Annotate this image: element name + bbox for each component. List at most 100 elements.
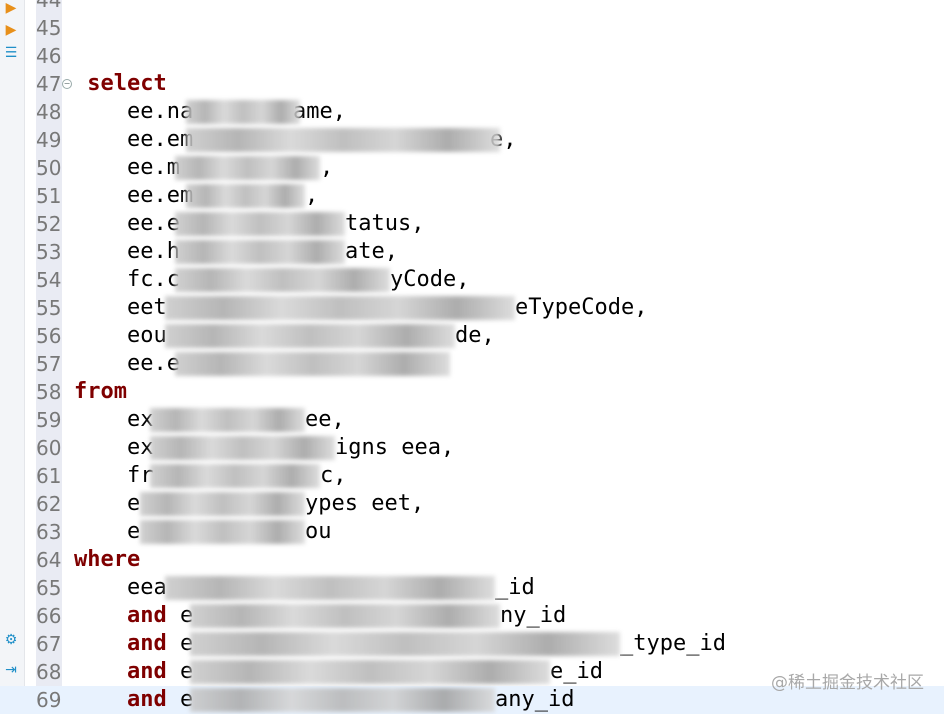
code-line[interactable]: 46 bbox=[0, 42, 944, 70]
code-text: eea bbox=[74, 574, 167, 602]
code-text: ex bbox=[74, 434, 154, 462]
code-line[interactable]: 53 ee.h ate, bbox=[0, 238, 944, 266]
code-line[interactable]: 49 ee.em e, bbox=[0, 126, 944, 154]
redaction-blur bbox=[190, 660, 550, 684]
line-number: 53 bbox=[36, 240, 62, 264]
code-text: fr bbox=[74, 462, 154, 490]
code-line[interactable]: 66 and e ny_id bbox=[0, 602, 944, 630]
line-number: 68 bbox=[36, 660, 62, 684]
sql-keyword: select bbox=[74, 71, 167, 96]
code-fragment: eou bbox=[74, 323, 167, 348]
code-line[interactable]: 63 e ou bbox=[0, 518, 944, 546]
line-number: 61 bbox=[36, 464, 62, 488]
code-text: eet bbox=[74, 294, 167, 322]
code-line[interactable]: 44 bbox=[0, 0, 944, 14]
code-fragment: igns eea, bbox=[335, 435, 455, 460]
code-text: e bbox=[74, 518, 140, 546]
line-number: 65 bbox=[36, 576, 62, 600]
code-text: ee.na bbox=[74, 98, 193, 126]
code-line[interactable]: 52 ee.e tatus, bbox=[0, 210, 944, 238]
code-line[interactable]: 65 eea _id bbox=[0, 574, 944, 602]
sql-keyword: from bbox=[74, 379, 127, 404]
line-number: 67 bbox=[36, 632, 62, 656]
code-fragment: ny_id bbox=[500, 603, 567, 628]
redaction-blur bbox=[150, 464, 320, 488]
redaction-blur bbox=[175, 352, 450, 376]
line-number: 56 bbox=[36, 324, 62, 348]
line-number: 63 bbox=[36, 520, 62, 544]
redaction-blur bbox=[175, 268, 390, 292]
code-fragment: ame, bbox=[293, 99, 346, 124]
line-number: 51 bbox=[36, 184, 62, 208]
code-fragment: yCode, bbox=[390, 267, 470, 292]
sql-keyword: and bbox=[126, 603, 167, 628]
code-fragment: ate, bbox=[345, 239, 398, 264]
code-text: e bbox=[74, 490, 140, 518]
line-number: 54 bbox=[36, 268, 62, 292]
line-number: 62 bbox=[36, 492, 62, 516]
code-fragment: ee.em bbox=[74, 127, 194, 152]
code-fragment: fr bbox=[74, 463, 154, 488]
code-line[interactable]: 47− select bbox=[0, 70, 944, 98]
redaction-blur bbox=[175, 212, 345, 236]
redaction-blur bbox=[165, 324, 455, 348]
code-fragment: fc.c bbox=[74, 267, 180, 292]
code-text: eou bbox=[74, 322, 167, 350]
code-text: from bbox=[74, 378, 127, 406]
watermark: @稀土掘金技术社区 bbox=[771, 673, 924, 693]
code-fragment: tatus, bbox=[345, 211, 425, 236]
code-line[interactable]: 56 eou de, bbox=[0, 322, 944, 350]
redaction-blur bbox=[190, 604, 500, 628]
code-fragment: c, bbox=[320, 463, 347, 488]
code-line[interactable]: 51 ee.em, bbox=[0, 182, 944, 210]
redaction-blur bbox=[165, 296, 515, 320]
redaction-blur bbox=[175, 240, 345, 264]
code-text: and e bbox=[74, 602, 193, 630]
redaction-blur bbox=[186, 184, 305, 208]
redaction-blur bbox=[150, 436, 335, 460]
code-line[interactable]: 48 ee.na ame, bbox=[0, 98, 944, 126]
code-fragment: , bbox=[320, 155, 334, 180]
code-fragment: ee.na bbox=[74, 99, 194, 124]
code-fragment: de, bbox=[455, 323, 495, 348]
redaction-blur bbox=[186, 100, 300, 124]
code-line[interactable]: 64 where bbox=[0, 546, 944, 574]
code-text: and e bbox=[74, 630, 193, 658]
line-number: 59 bbox=[36, 408, 62, 432]
code-line[interactable]: 50 ee.m, bbox=[0, 154, 944, 182]
redaction-blur bbox=[190, 632, 620, 656]
code-line[interactable]: 55 eet eTypeCode, bbox=[0, 294, 944, 322]
sql-keyword: and bbox=[126, 659, 167, 684]
sql-keyword: where bbox=[74, 547, 141, 572]
sql-editor[interactable]: 44 45 46 47− select 48 ee.na ame, 49 ee.em e, 50… bbox=[0, 0, 944, 714]
code-fragment: ex bbox=[74, 407, 154, 432]
code-line[interactable]: 61 fr c, bbox=[0, 462, 944, 490]
code-line[interactable]: 54 fc.c yCode, bbox=[0, 266, 944, 294]
line-number: 49 bbox=[36, 128, 62, 152]
code-fragment: _id bbox=[495, 575, 535, 600]
line-number: 46 bbox=[36, 44, 62, 68]
line-number: 48 bbox=[36, 100, 62, 124]
code-text: where bbox=[74, 546, 140, 574]
code-fragment: _type_id bbox=[620, 631, 726, 656]
line-number: 64 bbox=[36, 548, 62, 572]
code-fragment: ee.e bbox=[74, 351, 180, 376]
code-text: ee.h bbox=[74, 238, 180, 266]
code-text: ee.m bbox=[74, 154, 180, 182]
code-line[interactable]: 57 ee.e bbox=[0, 350, 944, 378]
code-line[interactable]: 59 ex ee, bbox=[0, 406, 944, 434]
code-line[interactable]: 45 bbox=[0, 14, 944, 42]
code-fragment: , bbox=[305, 183, 319, 208]
code-fragment: ypes eet, bbox=[305, 491, 425, 516]
code-line[interactable]: 58 from bbox=[0, 378, 944, 406]
line-number: 55 bbox=[36, 296, 62, 320]
sql-keyword: and bbox=[126, 687, 167, 712]
line-number: 52 bbox=[36, 212, 62, 236]
code-text: ee.e bbox=[74, 210, 180, 238]
fold-toggle-icon[interactable]: − bbox=[62, 79, 72, 89]
code-text: ee.em bbox=[74, 126, 193, 154]
code-line[interactable]: 67 and e _type_id bbox=[0, 630, 944, 658]
code-line[interactable]: 60 ex igns eea, bbox=[0, 434, 944, 462]
code-line[interactable]: 62 e ypes eet, bbox=[0, 490, 944, 518]
redaction-blur bbox=[165, 576, 495, 600]
